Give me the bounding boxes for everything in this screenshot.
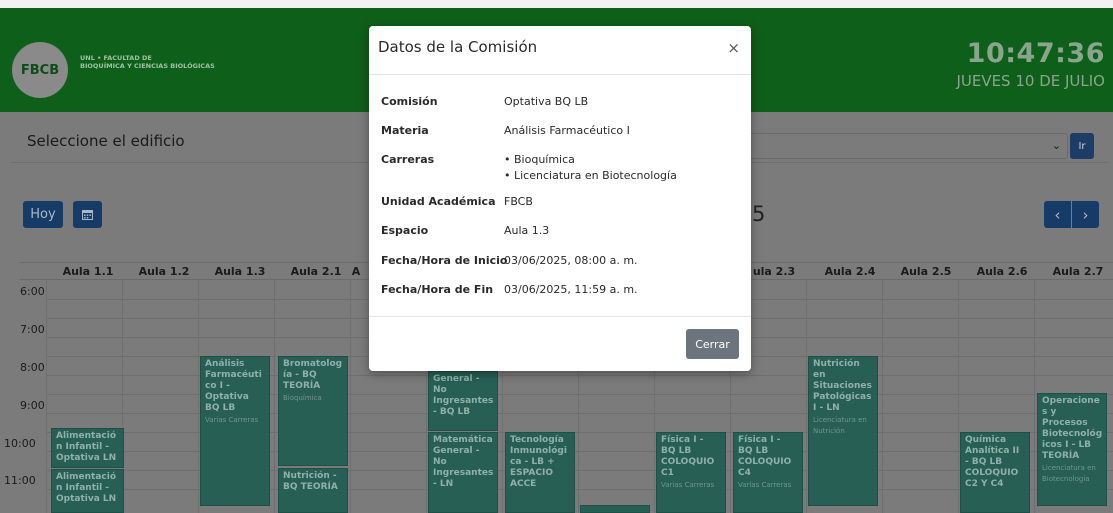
- event-title: Nutrición en Situaciones Patológicas I -…: [813, 359, 872, 413]
- event-title: Tecnología Inmunológi ca - LB + ESPACIO …: [510, 435, 567, 489]
- clock: 10:47:36 JUEVES 10 DE JULIO: [956, 38, 1105, 90]
- field-label: Espacio: [381, 224, 429, 237]
- column-header: Aula 2.5: [900, 265, 952, 278]
- calendar-event[interactable]: Alimentació n Infantil - Optativa LN: [51, 469, 124, 513]
- hour-label: 11:00: [4, 474, 36, 487]
- field-value: 03/06/2025, 08:00 a. m.: [504, 254, 638, 267]
- modal-header: Datos de la Comisión ×: [369, 26, 751, 75]
- event-subtitle: Licenciatura en Biotecnología: [1042, 464, 1096, 483]
- modal-title: Datos de la Comisión: [378, 38, 538, 56]
- event-title: Nutrición - BQ TEORÍA: [283, 471, 338, 492]
- field-label: Materia: [381, 124, 429, 137]
- grid-line: [958, 280, 959, 513]
- calendar-event[interactable]: General - No Ingresantes - BQ LB: [428, 371, 498, 431]
- calendar-event[interactable]: Matemática General - No Ingresantes - LN: [428, 432, 498, 513]
- hour-label: 8:00: [20, 361, 45, 374]
- column-header: Aula 2.7: [1052, 265, 1104, 278]
- calendar-event[interactable]: Química Analítica II - BQ LB COLOQUIO C2…: [960, 432, 1030, 513]
- calendar-event[interactable]: Operacione s y Procesos Biotecnológ icos…: [1037, 393, 1107, 506]
- chevron-left-icon: ‹: [1054, 205, 1061, 224]
- field-label: Fecha/Hora de Inicio: [381, 254, 508, 267]
- commission-details-modal: Datos de la Comisión × Comisión Optativa…: [369, 26, 751, 371]
- column-header: Aula 1.1: [62, 265, 114, 278]
- event-subtitle: Licenciatura en Nutrición: [813, 416, 867, 435]
- grid-line: [198, 280, 199, 513]
- go-button[interactable]: Ir: [1070, 133, 1094, 159]
- field-value: Análisis Farmacéutico I: [504, 124, 630, 137]
- building-label: Seleccione el edificio: [27, 132, 185, 150]
- calendar-event[interactable]: Bromatolog ía - BQ TEORÍA Bioquímica: [278, 356, 348, 466]
- calendar-event[interactable]: Nutrición - BQ TEORÍA: [278, 468, 348, 513]
- career-item: Licenciatura en Biotecnología: [504, 168, 744, 184]
- logo-text: FBCB: [20, 62, 60, 78]
- grid-line: [274, 280, 275, 513]
- careers-list: Bioquímica Licenciatura en Biotecnología: [504, 152, 744, 184]
- column-header: Aula 1.2: [138, 265, 190, 278]
- next-button[interactable]: ›: [1072, 201, 1099, 228]
- modal-footer: Cerrar: [369, 316, 751, 371]
- clock-date: JUEVES 10 DE JULIO: [956, 72, 1105, 90]
- event-title: Análisis Farmacéuti co I - Optativa BQ L…: [205, 359, 262, 413]
- event-subtitle: Varias Carreras: [205, 416, 259, 424]
- event-title: Física I - BQ LB COLOQUIO C1: [661, 435, 715, 478]
- calendar-event[interactable]: Nutrición en Situaciones Patológicas I -…: [808, 356, 878, 506]
- calendar-picker-button[interactable]: [73, 201, 102, 228]
- field-label: Comisión: [381, 95, 438, 108]
- chevron-down-icon: ⌄: [1051, 139, 1061, 152]
- column-header: Aula 2.6: [976, 265, 1028, 278]
- previous-button[interactable]: ‹: [1044, 201, 1071, 228]
- event-title: Operacione s y Procesos Biotecnológ icos…: [1042, 396, 1103, 461]
- organization-name: UNL • FACULTAD DE BIOQUÍMICA Y CIENCIAS …: [80, 54, 215, 70]
- today-button[interactable]: Hoy: [23, 201, 63, 228]
- field-label: Carreras: [381, 153, 435, 166]
- grid-line: [46, 280, 47, 513]
- column-header: Aula 2.4: [824, 265, 876, 278]
- close-button[interactable]: Cerrar: [686, 329, 739, 359]
- event-title: General - No Ingresantes - BQ LB: [433, 374, 494, 417]
- hour-label: 9:00: [20, 399, 45, 412]
- calendar-title: 5: [752, 202, 766, 226]
- field-value: Optativa BQ LB: [504, 95, 589, 108]
- org-line-1: UNL • FACULTAD DE: [80, 54, 152, 62]
- hour-label: 10:00: [4, 437, 36, 450]
- calendar-event[interactable]: Alimentació n Infantil - Optativa LN: [51, 428, 124, 468]
- calendar-event[interactable]: [580, 505, 650, 513]
- field-value: 03/06/2025, 11:59 a. m.: [504, 283, 638, 296]
- event-title: Bromatolog ía - BQ TEORÍA: [283, 359, 343, 391]
- event-title: Alimentació n Infantil - Optativa LN: [56, 431, 117, 463]
- grid-line: [882, 280, 883, 513]
- grid-line: [806, 280, 807, 513]
- field-value: FBCB: [504, 195, 533, 208]
- field-value: Aula 1.3: [504, 224, 550, 237]
- clock-time: 10:47:36: [966, 38, 1105, 69]
- event-subtitle: Bioquímica: [283, 394, 322, 402]
- calendar-event[interactable]: Física I - BQ LB COLOQUIO C1 Varias Carre…: [656, 432, 726, 513]
- close-icon[interactable]: ×: [727, 39, 740, 57]
- field-label: Unidad Académica: [381, 195, 496, 208]
- field-label: Fecha/Hora de Fin: [381, 283, 494, 296]
- event-title: Física I - BQ LB COLOQUIO C4: [738, 435, 792, 478]
- column-header: A: [351, 265, 361, 278]
- chevron-right-icon: ›: [1082, 205, 1089, 224]
- org-line-2: BIOQUÍMICA Y CIENCIAS BIOLÓGICAS: [80, 62, 215, 70]
- column-header: Aula 1.3: [214, 265, 266, 278]
- fbcb-logo: FBCB: [12, 42, 68, 98]
- event-subtitle: Varias Carreras: [661, 481, 715, 489]
- grid-line: [350, 280, 351, 513]
- career-item: Bioquímica: [504, 152, 744, 168]
- hour-label: 6:00: [20, 285, 45, 298]
- column-header: Aula 2.1: [290, 265, 342, 278]
- event-title: Matemática General - No Ingresantes - LN: [433, 435, 494, 489]
- grid-line: [1034, 280, 1035, 513]
- event-title: Química Analítica II - BQ LB COLOQUIO C2…: [965, 435, 1020, 489]
- calendar-event[interactable]: Análisis Farmacéuti co I - Optativa BQ L…: [200, 356, 270, 506]
- calendar-event[interactable]: Tecnología Inmunológi ca - LB + ESPACIO …: [505, 432, 575, 513]
- hour-label: 7:00: [20, 323, 45, 336]
- calendar-icon: [82, 210, 93, 220]
- event-title: Alimentació n Infantil - Optativa LN: [56, 472, 117, 504]
- calendar-event[interactable]: Física I - BQ LB COLOQUIO C4 Varias Carre…: [733, 432, 803, 513]
- event-subtitle: Varias Carreras: [738, 481, 792, 489]
